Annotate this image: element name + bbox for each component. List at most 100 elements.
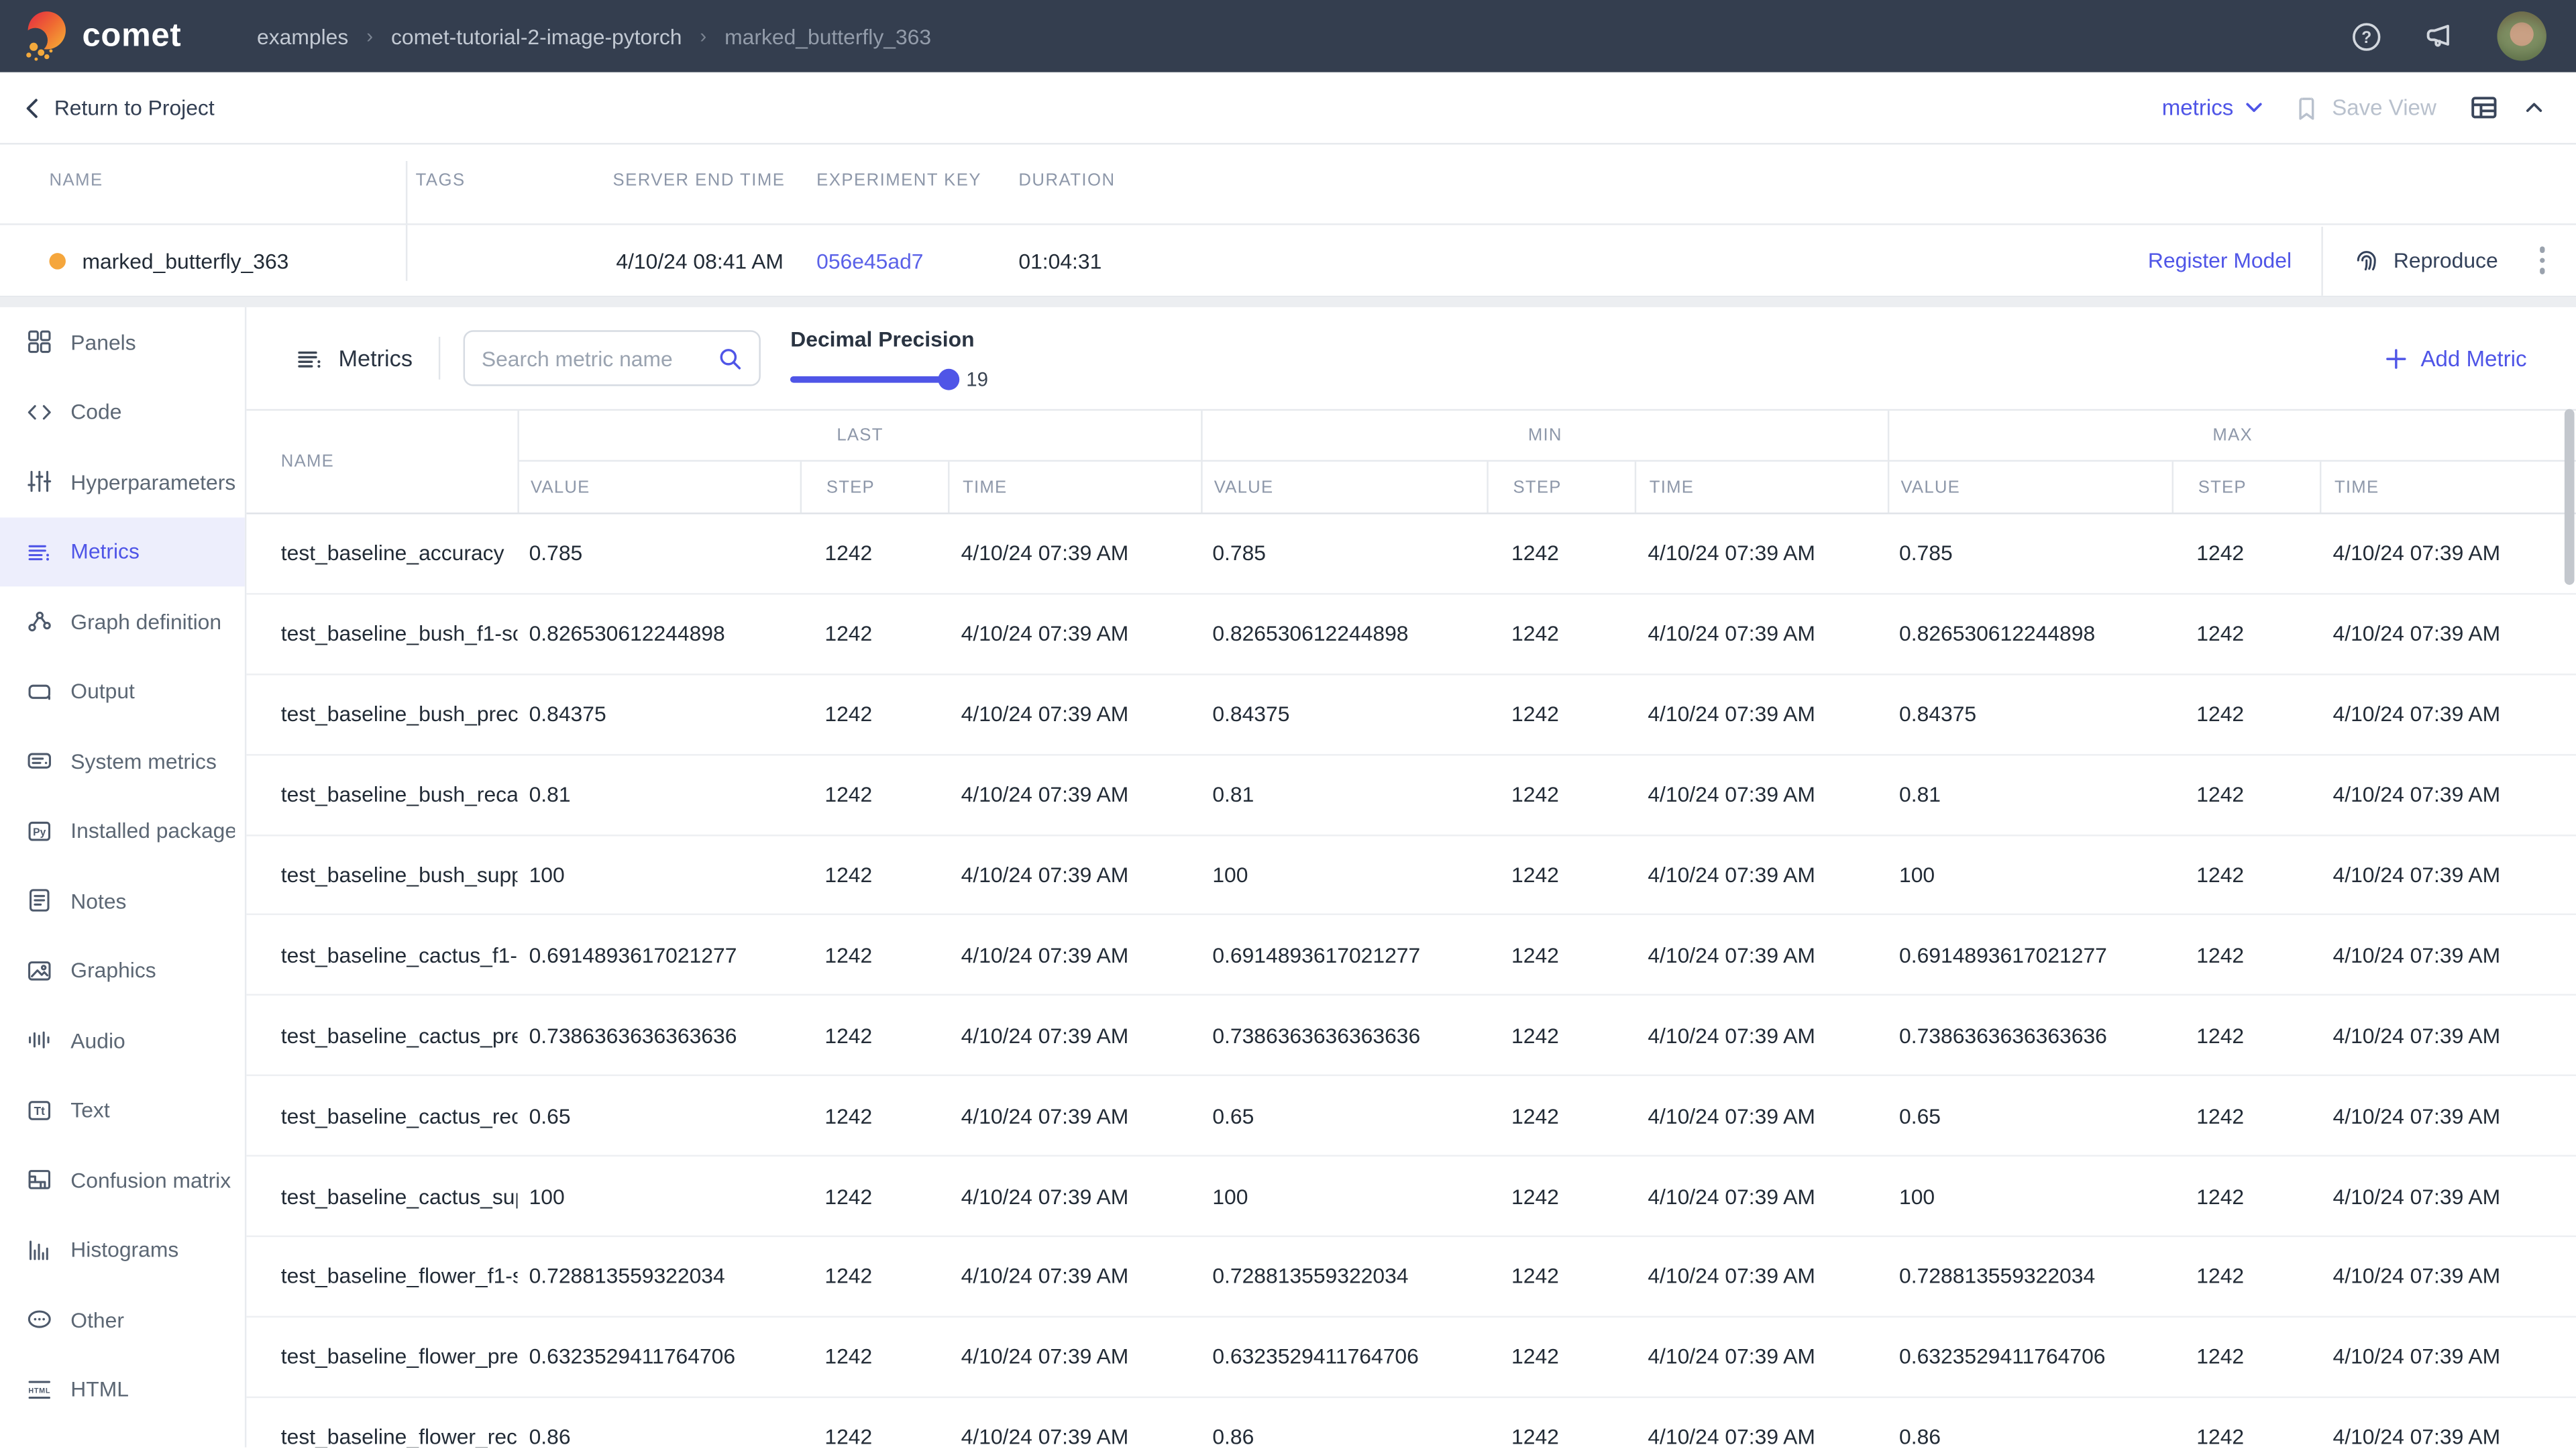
min-value: 0.826530612244898 (1201, 622, 1487, 647)
max-time: 4/10/24 07:39 AM (2320, 943, 2576, 967)
sidebar-item-label: Notes (70, 888, 126, 913)
min-step: 1242 (1487, 1264, 1634, 1289)
vertical-scrollbar[interactable] (2565, 409, 2575, 585)
graph-icon (26, 608, 54, 636)
save-view-button[interactable]: Save View (2296, 95, 2436, 121)
search-icon[interactable] (718, 346, 743, 371)
metrics-list-icon (296, 344, 324, 372)
min-time: 4/10/24 07:39 AM (1635, 782, 1888, 807)
max-time: 4/10/24 07:39 AM (2320, 541, 2576, 566)
last-step: 1242 (800, 1184, 948, 1209)
last-time: 4/10/24 07:39 AM (948, 1344, 1201, 1369)
reproduce-button[interactable]: Reproduce (2353, 246, 2498, 274)
last-value: 100 (517, 863, 800, 888)
sidebar-item-label: Code (70, 400, 121, 425)
min-time: 4/10/24 07:39 AM (1635, 1264, 1888, 1289)
max-step: 1242 (2172, 1184, 2320, 1209)
sidebar-item-system-metrics[interactable]: System metrics (0, 726, 245, 796)
min-time: 4/10/24 07:39 AM (1635, 943, 1888, 967)
metric-name: test_baseline_flower_recall (246, 1425, 517, 1448)
last-value: 0.826530612244898 (517, 622, 800, 647)
sidebar-item-label: HTML (70, 1377, 129, 1402)
table-layout-icon[interactable] (2469, 94, 2499, 122)
metric-search-input[interactable] (482, 346, 705, 371)
metric-row: test_baseline_cactus_f1-score0.691489361… (246, 916, 2576, 996)
min-step: 1242 (1487, 782, 1634, 807)
min-value: 100 (1201, 863, 1487, 888)
metric-name: test_baseline_accuracy (246, 541, 517, 566)
announcements-icon[interactable] (2423, 19, 2456, 52)
min-value: 0.6323529411764706 (1201, 1344, 1487, 1369)
max-value: 0.826530612244898 (1888, 622, 2172, 647)
image-icon (26, 957, 54, 985)
view-selector-dropdown[interactable]: metrics (2162, 95, 2263, 120)
max-time: 4/10/24 07:39 AM (2320, 1425, 2576, 1448)
return-to-project-label: Return to Project (54, 95, 215, 120)
kebab-menu-icon[interactable] (2528, 247, 2557, 274)
sidebar-item-graph-definition[interactable]: Graph definition (0, 586, 245, 656)
metric-name: test_baseline_flower_f1-score (246, 1264, 517, 1289)
sidebar-item-confusion-matrix[interactable]: Confusion matrix (0, 1145, 245, 1215)
register-model-button[interactable]: Register Model (2148, 248, 2292, 273)
breadcrumb-separator-icon: › (700, 25, 706, 48)
slider-thumb[interactable] (938, 369, 960, 390)
sidebar-item-text[interactable]: TtText (0, 1075, 245, 1145)
sidebar-item-other[interactable]: Other (0, 1285, 245, 1354)
max-time: 4/10/24 07:39 AM (2320, 782, 2576, 807)
col-header-duration: DURATION (1018, 171, 1115, 191)
max-step: 1242 (2172, 1425, 2320, 1448)
plus-icon (2386, 347, 2408, 369)
sidebar-item-hyperparameters[interactable]: Hyperparameters (0, 447, 245, 517)
metric-name: test_baseline_cactus_precision (246, 1023, 517, 1048)
metric-row: test_baseline_cactus_support10012424/10/… (246, 1157, 2576, 1237)
breadcrumb-workspace[interactable]: examples (257, 24, 348, 49)
sidebar-item-output[interactable]: Output (0, 656, 245, 726)
sidebar-item-label: Installed packages (70, 818, 235, 843)
notes-icon (26, 887, 54, 915)
text-icon: Tt (26, 1096, 54, 1124)
sidebar-item-graphics[interactable]: Graphics (0, 936, 245, 1006)
col-header-name: NAME (49, 171, 103, 191)
add-metric-button[interactable]: Add Metric (2386, 346, 2526, 371)
breadcrumb-separator-icon: › (366, 25, 373, 48)
max-value: 0.86 (1888, 1425, 2172, 1448)
max-step: 1242 (2172, 1344, 2320, 1369)
chevron-down-icon (2247, 102, 2263, 113)
sidebar-item-panels[interactable]: Panels (0, 307, 245, 377)
last-value: 0.785 (517, 541, 800, 566)
sidebar-item-metrics[interactable]: Metrics (0, 517, 245, 586)
experiment-table-header: NAME TAGS SERVER END TIME EXPERIMENT KEY… (0, 145, 2576, 225)
user-avatar[interactable] (2497, 11, 2546, 60)
experiment-summary: NAME TAGS SERVER END TIME EXPERIMENT KEY… (0, 145, 2576, 298)
decimal-precision-control: Decimal Precision 19 (790, 325, 988, 391)
sidebar-item-installed-packages[interactable]: Py Installed packages (0, 796, 245, 866)
last-step: 1242 (800, 943, 948, 967)
decimal-precision-slider-row: 19 (790, 368, 988, 391)
divider (439, 337, 440, 380)
sidebar-item-assets-artifacts[interactable]: Assets & Artifacts (0, 1424, 245, 1447)
last-time: 4/10/24 07:39 AM (948, 622, 1201, 647)
return-to-project-button[interactable]: Return to Project (26, 95, 215, 120)
chevron-up-icon[interactable] (2525, 102, 2543, 113)
max-step: 1242 (2172, 782, 2320, 807)
help-icon[interactable]: ? (2351, 21, 2382, 52)
last-time: 4/10/24 07:39 AM (948, 541, 1201, 566)
sidebar-item-histograms[interactable]: Histograms (0, 1215, 245, 1285)
comet-logo[interactable]: comet (23, 10, 181, 62)
sidebar-item-audio[interactable]: Audio (0, 1006, 245, 1075)
metric-row: test_baseline_bush_support10012424/10/24… (246, 835, 2576, 916)
decimal-precision-slider[interactable] (790, 376, 950, 383)
experiment-key-link[interactable]: 056e45ad7 (816, 248, 923, 273)
last-time: 4/10/24 07:39 AM (948, 1184, 1201, 1209)
min-time: 4/10/24 07:39 AM (1635, 863, 1888, 888)
sidebar-item-notes[interactable]: Notes (0, 866, 245, 936)
last-step: 1242 (800, 622, 948, 647)
min-time: 4/10/24 07:39 AM (1635, 1023, 1888, 1048)
save-view-label: Save View (2332, 95, 2436, 120)
max-step: 1242 (2172, 1264, 2320, 1289)
svg-text:Py: Py (33, 826, 46, 838)
sidebar-item-code[interactable]: Code (0, 377, 245, 447)
metrics-table: NAME LAST MIN MAX VALUE STEP TIME VALUE … (246, 409, 2576, 1448)
sidebar-item-html[interactable]: HTMLHTML (0, 1354, 245, 1424)
breadcrumb-project[interactable]: comet-tutorial-2-image-pytorch (391, 24, 682, 49)
